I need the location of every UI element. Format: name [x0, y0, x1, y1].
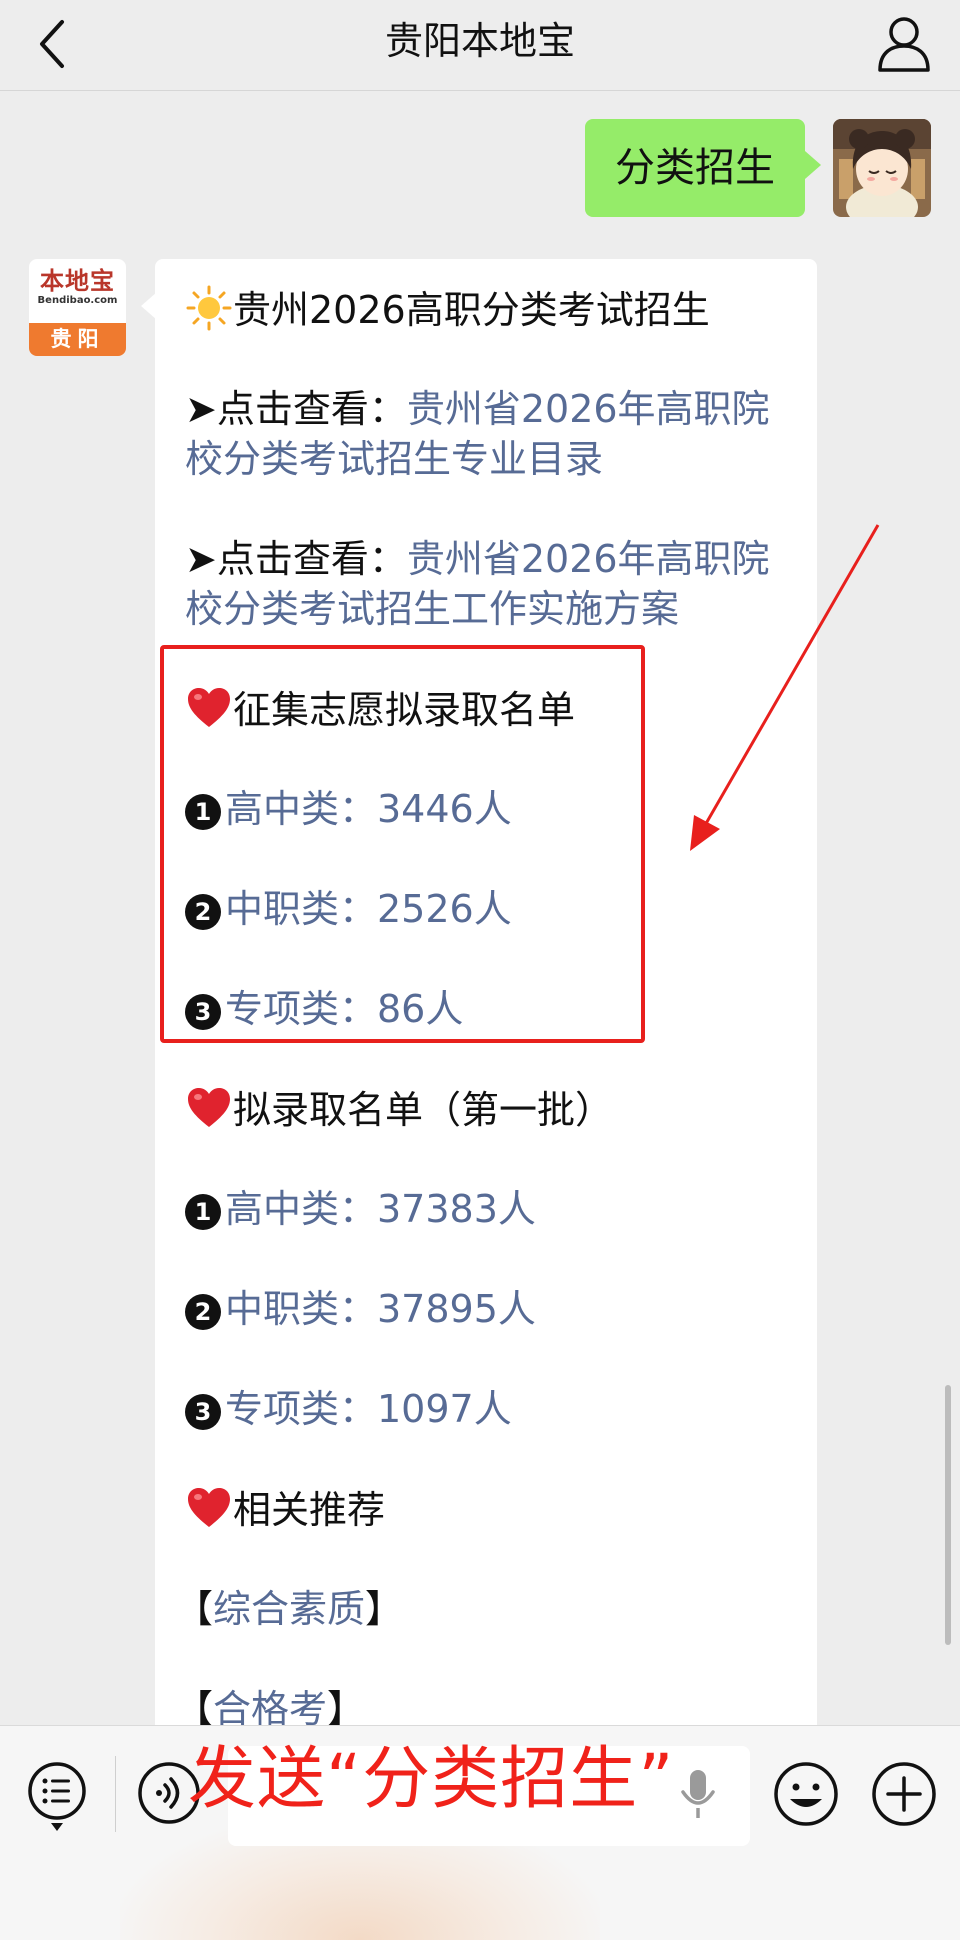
highlight-box	[160, 645, 645, 1043]
link-1-text-b[interactable]: 校分类考试招生专业目录	[185, 434, 603, 484]
sent-message-bubble[interactable]: 分类招生	[585, 119, 821, 217]
link-1-text-a[interactable]: 贵州省2026年高职院	[407, 387, 770, 431]
number-2-badge-icon: 2	[185, 1294, 221, 1330]
plus-icon[interactable]	[871, 1761, 937, 1827]
scrollbar[interactable]	[945, 1385, 951, 1645]
bendibao-logo: 本地宝 Bendibao.com	[29, 259, 126, 323]
anime-girl-avatar-icon	[833, 119, 931, 217]
logo-text-cn: 本地宝	[40, 267, 115, 295]
chat-header: 贵阳本地宝	[0, 0, 960, 91]
headline-text: 贵州2026高职分类考试招生	[233, 288, 710, 332]
recommend-link-1[interactable]: 【综合素质】	[175, 1584, 403, 1634]
link-2-text-b[interactable]: 校分类考试招生工作实施方案	[185, 584, 679, 634]
section-2-item-1-text[interactable]: 高中类：37383人	[225, 1187, 536, 1231]
heart-icon	[188, 1088, 230, 1127]
section-3-title: 相关推荐	[233, 1488, 386, 1532]
section-2-item-2-text[interactable]: 中职类：37895人	[225, 1287, 536, 1331]
section-2-title-line: 拟录取名单（第一批）	[185, 1084, 613, 1135]
link-1-line-1[interactable]: ➤点击查看：贵州省2026年高职院	[185, 384, 770, 434]
section-2-item-2[interactable]: 2 中职类：37895人	[185, 1284, 536, 1334]
section-2-item-3-text[interactable]: 专项类：1097人	[225, 1387, 512, 1431]
heart-icon	[188, 1488, 230, 1527]
logo-text-en: Bendibao.com	[37, 295, 118, 306]
number-3-badge-icon: 3	[185, 1394, 221, 1430]
section-2-title: 拟录取名单（第一批）	[233, 1088, 614, 1132]
bracket-close: 】	[365, 1587, 404, 1631]
section-3-title-line: 相关推荐	[185, 1484, 385, 1535]
logo-city-label: 贵阳	[29, 323, 126, 356]
number-1-badge-icon: 1	[185, 1194, 221, 1230]
red-arrow-icon	[690, 524, 880, 851]
overlay-instruction-text: 发送“分类招生”	[188, 1740, 675, 1819]
bracket-open: 【	[175, 1587, 214, 1631]
headline-line: 贵州2026高职分类考试招生	[185, 284, 710, 335]
official-account-avatar[interactable]: 本地宝 Bendibao.com 贵阳	[29, 259, 126, 356]
smiley-icon[interactable]	[773, 1761, 839, 1827]
microphone-icon[interactable]	[672, 1766, 724, 1824]
section-2-item-3[interactable]: 3 专项类：1097人	[185, 1384, 512, 1434]
my-avatar[interactable]	[833, 119, 931, 217]
link-2-prefix: ➤点击查看：	[185, 537, 407, 581]
person-icon[interactable]	[874, 12, 934, 76]
chat-title: 贵阳本地宝	[384, 19, 575, 63]
bar-divider	[115, 1756, 116, 1832]
section-2-item-1[interactable]: 1 高中类：37383人	[185, 1184, 536, 1234]
list-menu-icon[interactable]	[26, 1761, 88, 1833]
sun-icon	[186, 285, 232, 331]
recommend-link-1-label[interactable]: 综合素质	[213, 1587, 365, 1631]
link-1-prefix: ➤点击查看：	[185, 387, 407, 431]
